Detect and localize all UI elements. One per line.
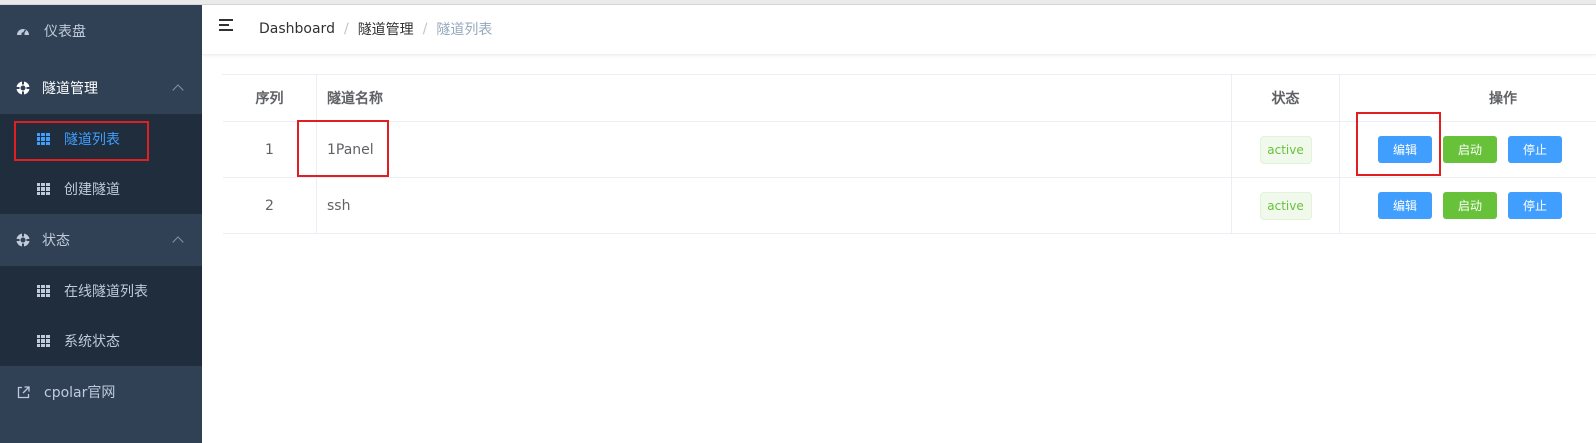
tunnel-name: ssh bbox=[317, 178, 1232, 233]
column-header-actions: 操作 bbox=[1489, 91, 1517, 107]
sidebar-item-tunnel-list[interactable]: 隧道列表 bbox=[0, 114, 202, 164]
sidebar-item-system-status[interactable]: 系统状态 bbox=[0, 316, 202, 366]
stop-button[interactable]: 停止 bbox=[1508, 136, 1562, 163]
table-icon bbox=[36, 334, 50, 348]
column-header-index: 序列 bbox=[223, 75, 317, 121]
sidebar-item-label: 状态 bbox=[42, 233, 70, 249]
tunnel-name: 1Panel bbox=[317, 122, 1232, 177]
settings-circle-icon bbox=[16, 233, 30, 247]
row-index: 1 bbox=[223, 122, 317, 177]
sidebar: 仪表盘 隧道管理 隧道列表 创建隧道 状态 在线隧道列表 系统状态 cpolar… bbox=[0, 5, 202, 443]
sidebar-item-label: cpolar官网 bbox=[44, 385, 116, 401]
edit-button[interactable]: 编辑 bbox=[1378, 192, 1432, 219]
status-cell: active bbox=[1232, 122, 1340, 177]
table-icon bbox=[36, 182, 50, 196]
start-button[interactable]: 启动 bbox=[1443, 192, 1497, 219]
sidebar-item-dashboard[interactable]: 仪表盘 bbox=[0, 5, 202, 57]
breadcrumb-tunnel-management[interactable]: 隧道管理 bbox=[358, 19, 414, 39]
settings-circle-icon bbox=[16, 81, 30, 95]
main-content: Dashboard / 隧道管理 / 隧道列表 序列 隧道名称 状态 操作 1 … bbox=[202, 5, 1596, 443]
chevron-up-icon bbox=[172, 236, 184, 248]
table-header-row: 序列 隧道名称 状态 操作 bbox=[223, 75, 1596, 122]
sidebar-item-label: 仪表盘 bbox=[44, 24, 86, 40]
actions-cell: 编辑 启动 停止 bbox=[1340, 122, 1596, 177]
breadcrumb: Dashboard / 隧道管理 / 隧道列表 bbox=[259, 19, 492, 39]
sidebar-item-status[interactable]: 状态 bbox=[0, 214, 202, 266]
stop-button[interactable]: 停止 bbox=[1508, 192, 1562, 219]
breadcrumb-tunnel-list: 隧道列表 bbox=[436, 22, 493, 38]
external-link-icon bbox=[16, 385, 30, 399]
sidebar-item-create-tunnel[interactable]: 创建隧道 bbox=[0, 164, 202, 214]
chevron-up-icon bbox=[172, 84, 184, 96]
sidebar-item-label: 在线隧道列表 bbox=[64, 284, 148, 300]
breadcrumb-dashboard[interactable]: Dashboard bbox=[259, 21, 335, 37]
start-button[interactable]: 启动 bbox=[1443, 136, 1497, 163]
hamburger-menu-icon[interactable] bbox=[219, 19, 235, 33]
sidebar-item-cpolar-website[interactable]: cpolar官网 bbox=[0, 366, 202, 418]
sidebar-item-label: 隧道管理 bbox=[42, 81, 98, 97]
table-row: 1 1Panel active 编辑 启动 停止 bbox=[223, 122, 1596, 178]
sidebar-item-label: 隧道列表 bbox=[64, 132, 120, 148]
table-row: 2 ssh active 编辑 启动 停止 bbox=[223, 178, 1596, 234]
sidebar-item-label: 创建隧道 bbox=[64, 182, 120, 198]
breadcrumb-separator: / bbox=[422, 21, 428, 37]
sidebar-item-tunnel-management[interactable]: 隧道管理 bbox=[0, 62, 202, 114]
status-cell: active bbox=[1232, 178, 1340, 233]
column-header-status: 状态 bbox=[1232, 75, 1340, 121]
navbar: Dashboard / 隧道管理 / 隧道列表 bbox=[202, 5, 1596, 55]
edit-button[interactable]: 编辑 bbox=[1378, 136, 1432, 163]
actions-cell: 编辑 启动 停止 bbox=[1340, 178, 1596, 233]
sidebar-item-online-tunnels[interactable]: 在线隧道列表 bbox=[0, 266, 202, 316]
sidebar-item-label: 系统状态 bbox=[64, 334, 120, 350]
status-badge: active bbox=[1259, 135, 1312, 164]
tunnel-table: 序列 隧道名称 状态 操作 1 1Panel active 编辑 启动 停止 2… bbox=[222, 74, 1596, 234]
status-badge: active bbox=[1259, 191, 1312, 220]
dashboard-icon bbox=[16, 24, 30, 38]
table-icon bbox=[36, 284, 50, 298]
table-icon bbox=[36, 132, 50, 146]
row-index: 2 bbox=[223, 178, 317, 233]
breadcrumb-separator: / bbox=[343, 21, 349, 37]
column-header-name: 隧道名称 bbox=[317, 75, 1232, 121]
